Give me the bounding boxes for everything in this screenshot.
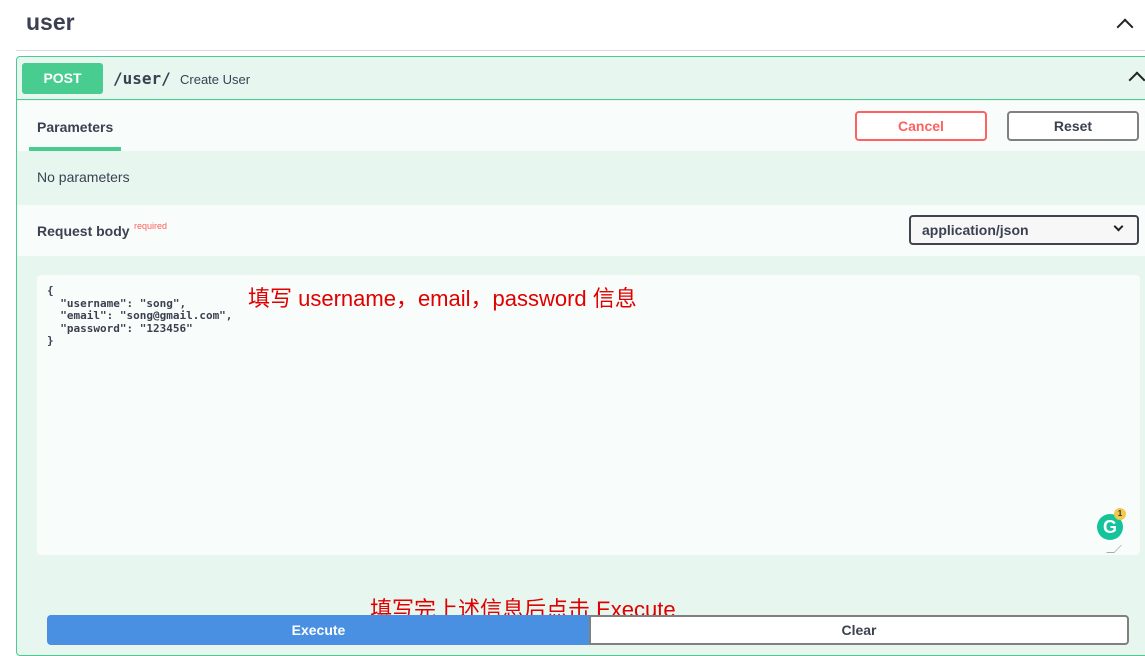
required-marker: required <box>134 221 168 231</box>
tab-parameters[interactable]: Parameters <box>37 119 113 135</box>
chevron-up-icon[interactable] <box>1128 71 1145 89</box>
operation-summary-text: Create User <box>180 72 251 87</box>
tab-active-indicator <box>29 147 121 151</box>
tag-section-header[interactable]: user <box>16 0 1145 51</box>
chevron-up-icon[interactable] <box>1116 18 1134 36</box>
request-body-label: Request body <box>37 223 130 239</box>
request-body-editor[interactable]: { "username": "song", "email": "song@gma… <box>37 275 1140 555</box>
no-parameters-text: No parameters <box>37 169 130 185</box>
cancel-button[interactable]: Cancel <box>855 111 987 141</box>
content-type-value: application/json <box>922 222 1029 238</box>
tag-title: user <box>26 9 75 35</box>
annotation-fill-info: 填写 username，email，password 信息 <box>248 286 637 311</box>
method-badge: POST <box>22 63 103 94</box>
operation-summary[interactable]: POST /user/ Create User <box>17 57 1145 100</box>
grammarly-count-badge: 1 <box>1114 508 1126 520</box>
grammarly-icon[interactable]: G 1 <box>1097 508 1126 540</box>
clear-button[interactable]: Clear <box>589 615 1129 645</box>
request-body-header: Request body required application/json <box>17 205 1145 256</box>
grammarly-letter: G <box>1102 517 1117 537</box>
content-type-select[interactable]: application/json <box>909 215 1139 245</box>
chevron-down-icon <box>1113 221 1124 232</box>
execute-button[interactable]: Execute <box>47 615 590 645</box>
operation-block: POST /user/ Create User Parameters Cance… <box>16 56 1145 656</box>
parameters-header: Parameters Cancel Reset <box>17 101 1145 151</box>
reset-button[interactable]: Reset <box>1007 111 1139 141</box>
operation-path: /user/ <box>113 69 171 88</box>
